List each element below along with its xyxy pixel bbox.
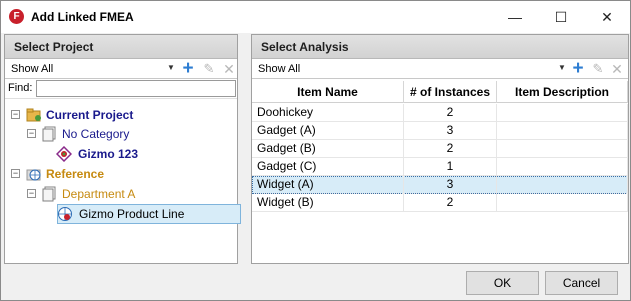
table-row[interactable]: Widget (B) 2 — [252, 194, 628, 212]
cell-item-description — [497, 122, 628, 140]
title-bar: F Add Linked FMEA — ☐ ✕ — [1, 1, 630, 33]
table-row[interactable]: Gadget (C) 1 — [252, 158, 628, 176]
ok-button[interactable]: OK — [466, 271, 539, 295]
tree-node-reference[interactable]: − Reference — [5, 164, 237, 184]
tree-label-no-category: No Category — [62, 127, 130, 141]
cell-instances: 1 — [404, 158, 497, 176]
tree-label-gizmo-product-line: Gizmo Product Line — [79, 207, 185, 221]
select-project-panel: Select Project Show All ▼ + ✎ ✕ Find: − … — [4, 34, 241, 264]
find-row: Find: — [5, 79, 237, 99]
cell-instances: 2 — [404, 104, 497, 122]
chevron-down-icon[interactable]: ▼ — [558, 63, 566, 72]
analysis-filter-value: Show All — [258, 63, 301, 75]
cell-item-name: Doohickey — [252, 104, 404, 122]
table-row[interactable]: Gadget (B) 2 — [252, 140, 628, 158]
collapse-icon[interactable]: − — [11, 169, 20, 178]
tree-node-department-a[interactable]: − Department A — [5, 184, 237, 204]
tree-label-gizmo-123: Gizmo 123 — [78, 147, 139, 161]
find-label: Find: — [8, 82, 33, 94]
column-header-item-name[interactable]: Item Name — [252, 81, 404, 103]
tree-label-department-a: Department A — [62, 187, 136, 201]
find-input[interactable] — [36, 80, 236, 97]
cell-instances: 2 — [404, 194, 497, 212]
analysis-toolbar: Show All ▼ + ✎ ✕ — [252, 59, 628, 79]
add-project-icon[interactable]: + — [180, 59, 196, 78]
tree-node-no-category[interactable]: − No Category — [5, 124, 237, 144]
project-filter-dropdown[interactable]: Show All — [7, 61, 179, 77]
delete-project-icon[interactable]: ✕ — [221, 60, 237, 78]
cell-item-name: Widget (A) — [252, 176, 404, 194]
collapse-icon[interactable]: − — [27, 189, 36, 198]
project-toolbar: Show All ▼ + ✎ ✕ — [5, 59, 237, 79]
delete-analysis-icon[interactable]: ✕ — [609, 60, 625, 78]
edit-project-icon[interactable]: ✎ — [201, 60, 217, 78]
app-logo-icon: F — [9, 9, 24, 24]
project-filter-value: Show All — [11, 63, 54, 75]
cell-item-name: Gadget (B) — [252, 140, 404, 158]
project-folder-icon — [26, 108, 41, 122]
cell-item-description — [497, 176, 628, 194]
fmea-project-icon — [56, 146, 72, 162]
cell-item-description — [497, 158, 628, 176]
select-analysis-header: Select Analysis — [252, 35, 628, 59]
close-button[interactable]: ✕ — [584, 1, 630, 33]
maximize-button[interactable]: ☐ — [538, 1, 584, 33]
tree-label-reference: Reference — [46, 167, 105, 181]
collapse-icon[interactable]: − — [27, 129, 36, 138]
cell-item-name: Widget (B) — [252, 194, 404, 212]
table-row-selected[interactable]: Widget (A) 3 — [252, 176, 628, 194]
select-analysis-panel: Select Analysis Show All ▼ + ✎ ✕ Item Na… — [251, 34, 629, 264]
cell-item-description — [497, 194, 628, 212]
cell-item-name: Gadget (A) — [252, 122, 404, 140]
cell-item-name: Gadget (C) — [252, 158, 404, 176]
tree-node-current-project[interactable]: − Current Project — [5, 105, 237, 125]
cell-instances: 2 — [404, 140, 497, 158]
dialog-title: Add Linked FMEA — [31, 10, 134, 24]
cancel-button[interactable]: Cancel — [545, 271, 618, 295]
analysis-table-header: Item Name # of Instances Item Descriptio… — [252, 81, 628, 103]
dialog-window: F Add Linked FMEA — ☐ ✕ Select Project S… — [0, 0, 631, 301]
cell-instances: 3 — [404, 122, 497, 140]
table-row[interactable]: Gadget (A) 3 — [252, 122, 628, 140]
cell-instances: 3 — [404, 176, 497, 194]
column-header-instances[interactable]: # of Instances — [404, 81, 497, 103]
category-icon — [42, 186, 56, 202]
cell-item-description — [497, 104, 628, 122]
cell-item-description — [497, 140, 628, 158]
analysis-filter-dropdown[interactable]: Show All — [254, 61, 569, 77]
reference-project-icon — [58, 207, 72, 221]
edit-analysis-icon[interactable]: ✎ — [590, 60, 606, 78]
tree-node-gizmo-123[interactable]: Gizmo 123 — [5, 144, 237, 164]
minimize-button[interactable]: — — [492, 1, 538, 33]
tree-node-gizmo-product-line[interactable]: Gizmo Product Line — [5, 204, 237, 224]
chevron-down-icon[interactable]: ▼ — [167, 63, 175, 72]
column-header-item-description[interactable]: Item Description — [497, 81, 628, 103]
tree-label-current-project: Current Project — [46, 108, 134, 122]
collapse-icon[interactable]: − — [11, 110, 20, 119]
add-analysis-icon[interactable]: + — [570, 59, 586, 78]
reference-globe-icon — [26, 169, 41, 181]
table-row[interactable]: Doohickey 2 — [252, 104, 628, 122]
category-icon — [42, 126, 56, 142]
select-project-header: Select Project — [5, 35, 237, 59]
